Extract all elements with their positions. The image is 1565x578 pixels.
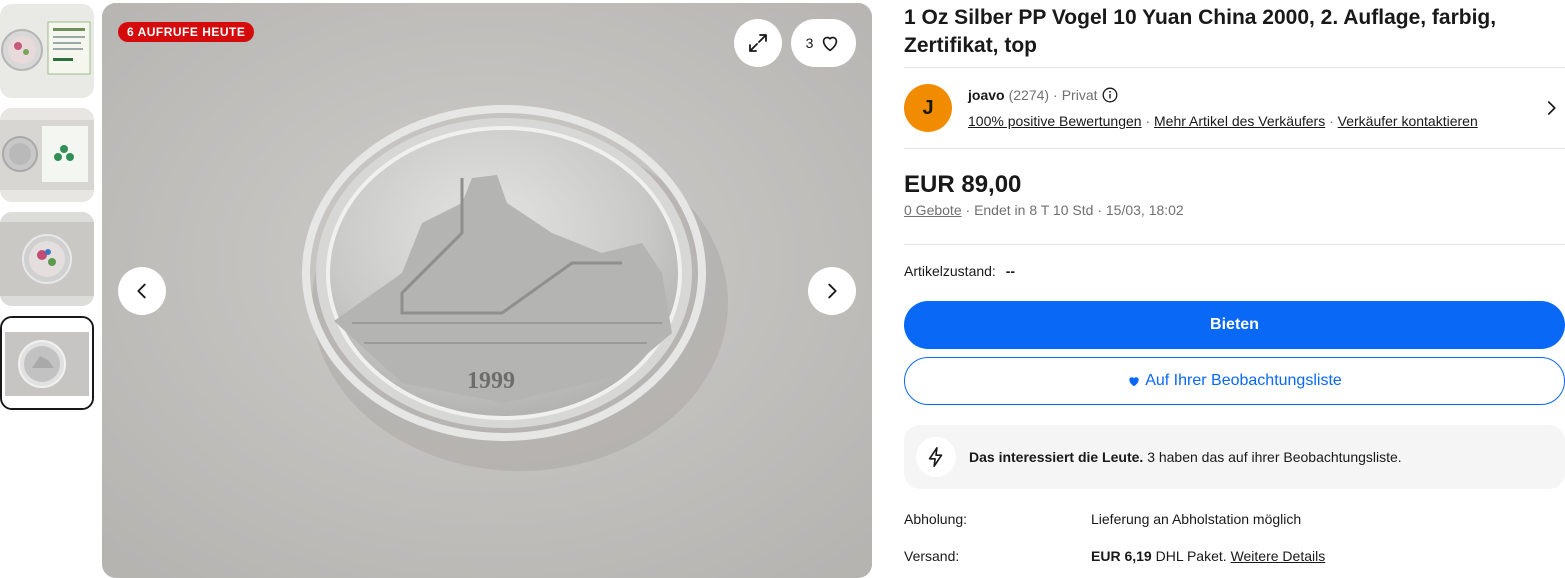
condition-row: Artikelzustand: -- (904, 263, 1015, 279)
listing-panel: 1 Oz Silber PP Vogel 10 Yuan China 2000,… (904, 0, 1565, 578)
shipping-label: Versand: (904, 548, 960, 564)
thumbnail-2[interactable] (0, 108, 94, 202)
watchlist-button[interactable]: Auf Ihrer Beobachtungsliste (904, 357, 1565, 405)
condition-label: Artikelzustand: (904, 263, 996, 279)
feedback-link[interactable]: 100% positive Bewertungen (968, 113, 1142, 129)
interest-detail: 3 haben das auf ihrer Beobachtungsliste. (1147, 449, 1402, 465)
info-icon[interactable] (1102, 87, 1118, 103)
interest-text: Das interessiert die Leute. 3 haben das … (969, 449, 1402, 465)
more-items-link[interactable]: Mehr Artikel des Verkäufers (1154, 113, 1325, 129)
separator-dot: · (1053, 87, 1058, 103)
shipping-details-link[interactable]: Weitere Details (1231, 548, 1326, 564)
listing-title: 1 Oz Silber PP Vogel 10 Yuan China 2000,… (904, 6, 1497, 57)
heart-icon (823, 36, 838, 52)
watch-count-button[interactable]: 3 (791, 19, 856, 67)
separator-dot: · (1329, 113, 1334, 129)
bid-info: 0 Gebote · Endet in 8 T 10 Std · 15/03, … (904, 202, 1184, 218)
thumbnail-4[interactable] (0, 316, 94, 410)
pickup-label: Abholung: (904, 511, 968, 527)
chevron-right-icon (1547, 101, 1556, 115)
next-image-button[interactable] (808, 267, 856, 315)
interest-banner: Das interessiert die Leute. 3 haben das … (904, 425, 1565, 489)
end-date: 15/03, 18:02 (1105, 202, 1184, 218)
main-product-image: 1999 6 AUFRUFE HEUTE 3 (102, 3, 872, 578)
chevron-right-icon (828, 283, 837, 299)
shipping-price: EUR 6,19 (1091, 548, 1152, 564)
divider (904, 244, 1565, 245)
seller-type: Privat (1061, 87, 1098, 103)
separator-dot: · (1097, 202, 1102, 218)
price: EUR 89,00 (904, 171, 1022, 198)
seller-details-button[interactable] (1542, 99, 1560, 122)
condition-value: -- (1005, 263, 1016, 279)
shipping-value: EUR 6,19 DHL Paket. Weitere Details (1091, 548, 1325, 564)
thumbnail-1[interactable] (0, 4, 94, 98)
separator-dot: · (965, 202, 971, 218)
divider (904, 67, 1565, 68)
expand-icon (749, 34, 767, 52)
interest-bold: Das interessiert die Leute. (969, 449, 1144, 465)
coin-year-text: 1999 (467, 368, 515, 394)
previous-image-button[interactable] (118, 267, 166, 315)
watch-count: 3 (805, 35, 814, 51)
time-left: Endet in 8 T 10 Std (974, 202, 1094, 218)
thumbnail-3[interactable] (0, 212, 94, 306)
seller-info: joavo (2274) · Privat (968, 87, 1118, 103)
seller-feedback-count: (2274) (1008, 87, 1050, 103)
contact-seller-link[interactable]: Verkäufer kontaktieren (1338, 113, 1478, 129)
views-today-badge: 6 AUFRUFE HEUTE (118, 22, 255, 42)
coin-photo: 1999 (102, 3, 872, 578)
heart-filled-icon (1129, 377, 1139, 387)
chevron-left-icon (137, 283, 146, 299)
seller-avatar[interactable]: J (904, 84, 952, 132)
watchlist-label: Auf Ihrer Beobachtungsliste (1145, 372, 1342, 389)
separator-dot: · (1145, 113, 1151, 129)
divider (904, 148, 1565, 149)
seller-links: 100% positive Bewertungen · Mehr Artikel… (968, 113, 1478, 129)
seller-name[interactable]: joavo (968, 87, 1005, 103)
expand-image-button[interactable] (734, 19, 782, 67)
bid-button[interactable]: Bieten (904, 301, 1565, 349)
pickup-value: Lieferung an Abholstation möglich (1091, 511, 1302, 527)
thumbnail-strip (0, 0, 95, 578)
bids-link[interactable]: 0 Gebote (904, 202, 962, 218)
shipping-method: DHL Paket. (1155, 548, 1227, 564)
lightning-icon (916, 437, 956, 477)
